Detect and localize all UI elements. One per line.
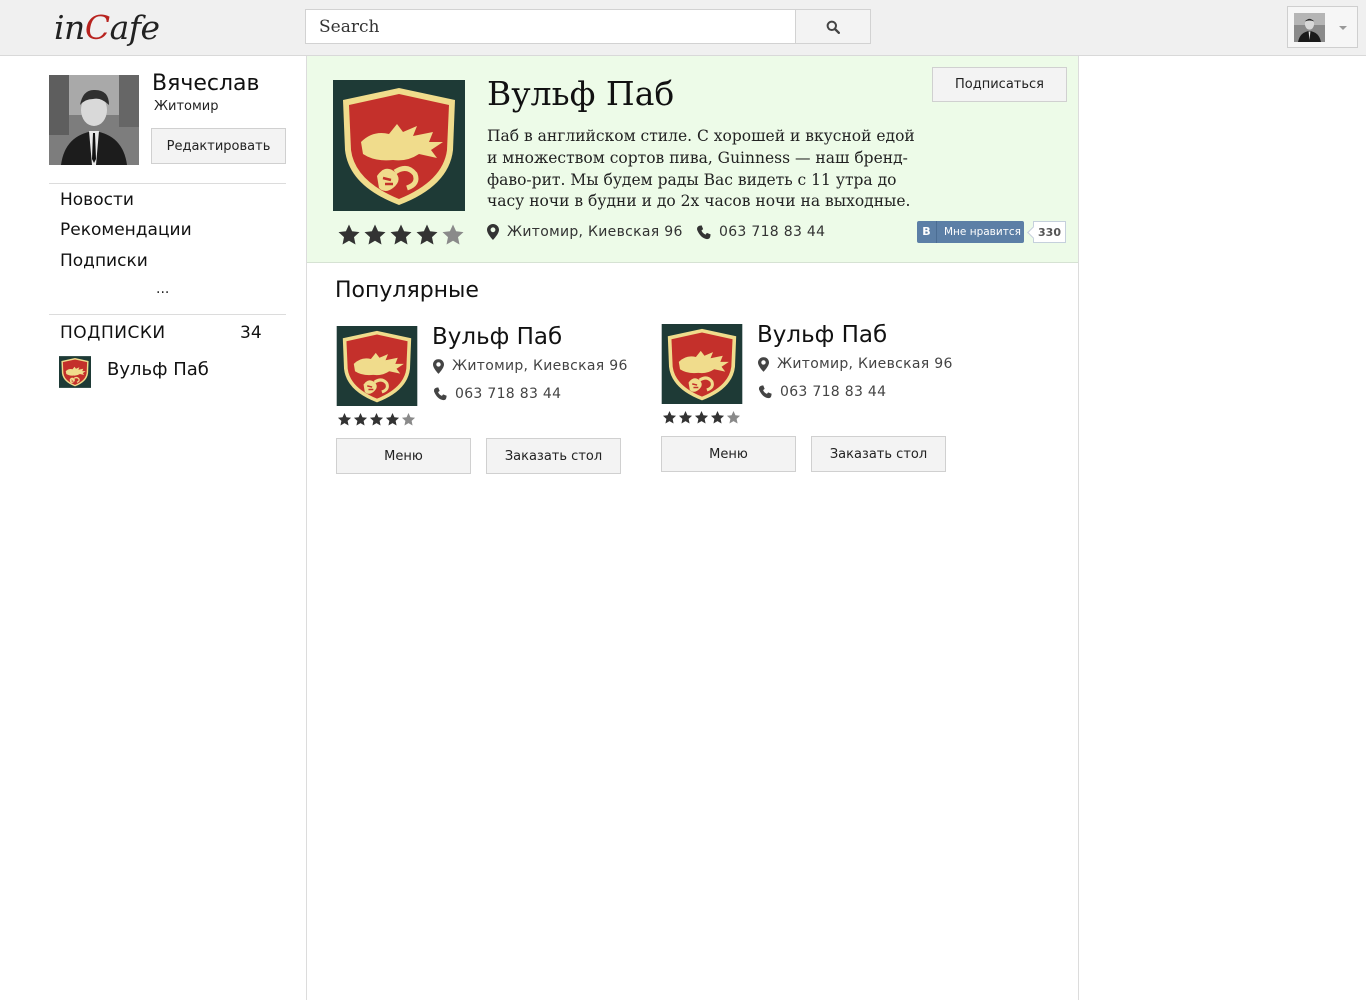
search-button[interactable] [795, 9, 871, 44]
star-filled-icon [337, 223, 361, 247]
star-filled-icon [353, 412, 368, 427]
nav-item-recommendations[interactable]: Рекомендации [60, 220, 192, 240]
star-filled-icon [369, 412, 384, 427]
location-pin-icon [758, 357, 769, 372]
content-divider [1078, 56, 1079, 1000]
star-empty-icon [441, 223, 465, 247]
search-input[interactable] [305, 9, 796, 44]
nav-more[interactable]: ... [156, 281, 169, 297]
popular-cafe-name[interactable]: Вульф Паб [757, 322, 887, 348]
star-filled-icon [415, 223, 439, 247]
star-filled-icon [662, 410, 677, 425]
subscriptions-title: ПОДПИСКИ [60, 323, 166, 343]
cafe-phone: 063 718 83 44 [719, 224, 826, 240]
vk-like-count: 330 [1033, 221, 1066, 243]
popular-card: Вульф Паб Житомир, Киевская 96 063 718 8… [336, 324, 636, 486]
vk-like-button[interactable]: В Мне нравится [917, 221, 1024, 243]
popular-cafe-phone-row: 063 718 83 44 [758, 384, 886, 400]
cafe-description: Паб в английском стиле. С хорошей и вкус… [487, 127, 915, 211]
popular-cafe-address-row: Житомир, Киевская 96 [758, 356, 953, 372]
star-empty-icon [726, 410, 741, 425]
phone-icon [696, 225, 711, 240]
star-filled-icon [710, 410, 725, 425]
user-avatar [1294, 13, 1325, 42]
cafe-logo [333, 80, 465, 211]
star-filled-icon [385, 412, 400, 427]
sidebar-divider-line [49, 314, 286, 315]
cafe-title: Вульф Паб [487, 74, 675, 113]
popular-card: Вульф Паб Житомир, Киевская 96 063 718 8… [661, 322, 961, 484]
subscribe-button[interactable]: Подписаться [932, 67, 1067, 102]
popular-title: Популярные [335, 278, 479, 303]
location-pin-icon [487, 224, 499, 240]
popular-cafe-phone: 063 718 83 44 [455, 386, 562, 402]
menu-button[interactable]: Меню [661, 436, 796, 472]
popular-cafe-phone-row: 063 718 83 44 [433, 386, 561, 402]
profile-city: Житомир [154, 99, 219, 114]
nav-item-subscriptions[interactable]: Подписки [60, 251, 148, 271]
star-filled-icon [363, 223, 387, 247]
cafe-address-row: Житомир, Киевская 96 [487, 224, 683, 240]
chevron-down-icon [1339, 26, 1347, 30]
star-filled-icon [337, 412, 352, 427]
phone-icon [433, 387, 447, 401]
popular-cafe-address: Житомир, Киевская 96 [777, 356, 953, 372]
book-table-button[interactable]: Заказать стол [486, 438, 621, 474]
star-empty-icon [401, 412, 416, 427]
profile-name[interactable]: Вячеслав [152, 71, 259, 96]
subscription-item-name[interactable]: Вульф Паб [107, 359, 209, 380]
vk-like-label: Мне нравится [944, 226, 1021, 238]
popular-cafe-address-row: Житомир, Киевская 96 [433, 358, 628, 374]
cafe-address: Житомир, Киевская 96 [507, 224, 683, 240]
book-table-button[interactable]: Заказать стол [811, 436, 946, 472]
profile-photo[interactable] [49, 75, 139, 165]
nav-item-news[interactable]: Новости [60, 190, 134, 210]
app-logo[interactable]: inCafe [54, 8, 160, 47]
popular-cafe-rating [337, 412, 416, 427]
star-filled-icon [694, 410, 709, 425]
popular-cafe-rating [662, 410, 741, 425]
vk-logo-icon: В [917, 221, 937, 243]
sidebar-divider-line [49, 183, 286, 184]
cafe-rating[interactable] [337, 223, 465, 247]
popular-cafe-logo[interactable] [336, 326, 418, 406]
phone-icon [758, 385, 772, 399]
top-bar: inCafe [0, 0, 1366, 56]
star-filled-icon [678, 410, 693, 425]
subscription-logo[interactable] [59, 356, 91, 388]
star-filled-icon [389, 223, 413, 247]
popular-cafe-logo[interactable] [661, 324, 743, 404]
popular-cafe-name[interactable]: Вульф Паб [432, 324, 562, 350]
search-icon [826, 20, 840, 34]
cafe-phone-row: 063 718 83 44 [696, 224, 825, 240]
menu-button[interactable]: Меню [336, 438, 471, 474]
edit-profile-button[interactable]: Редактировать [151, 128, 286, 164]
location-pin-icon [433, 359, 444, 374]
user-menu[interactable] [1287, 6, 1358, 48]
subscriptions-count: 34 [240, 323, 262, 343]
popular-cafe-address: Житомир, Киевская 96 [452, 358, 628, 374]
popular-cafe-phone: 063 718 83 44 [780, 384, 887, 400]
